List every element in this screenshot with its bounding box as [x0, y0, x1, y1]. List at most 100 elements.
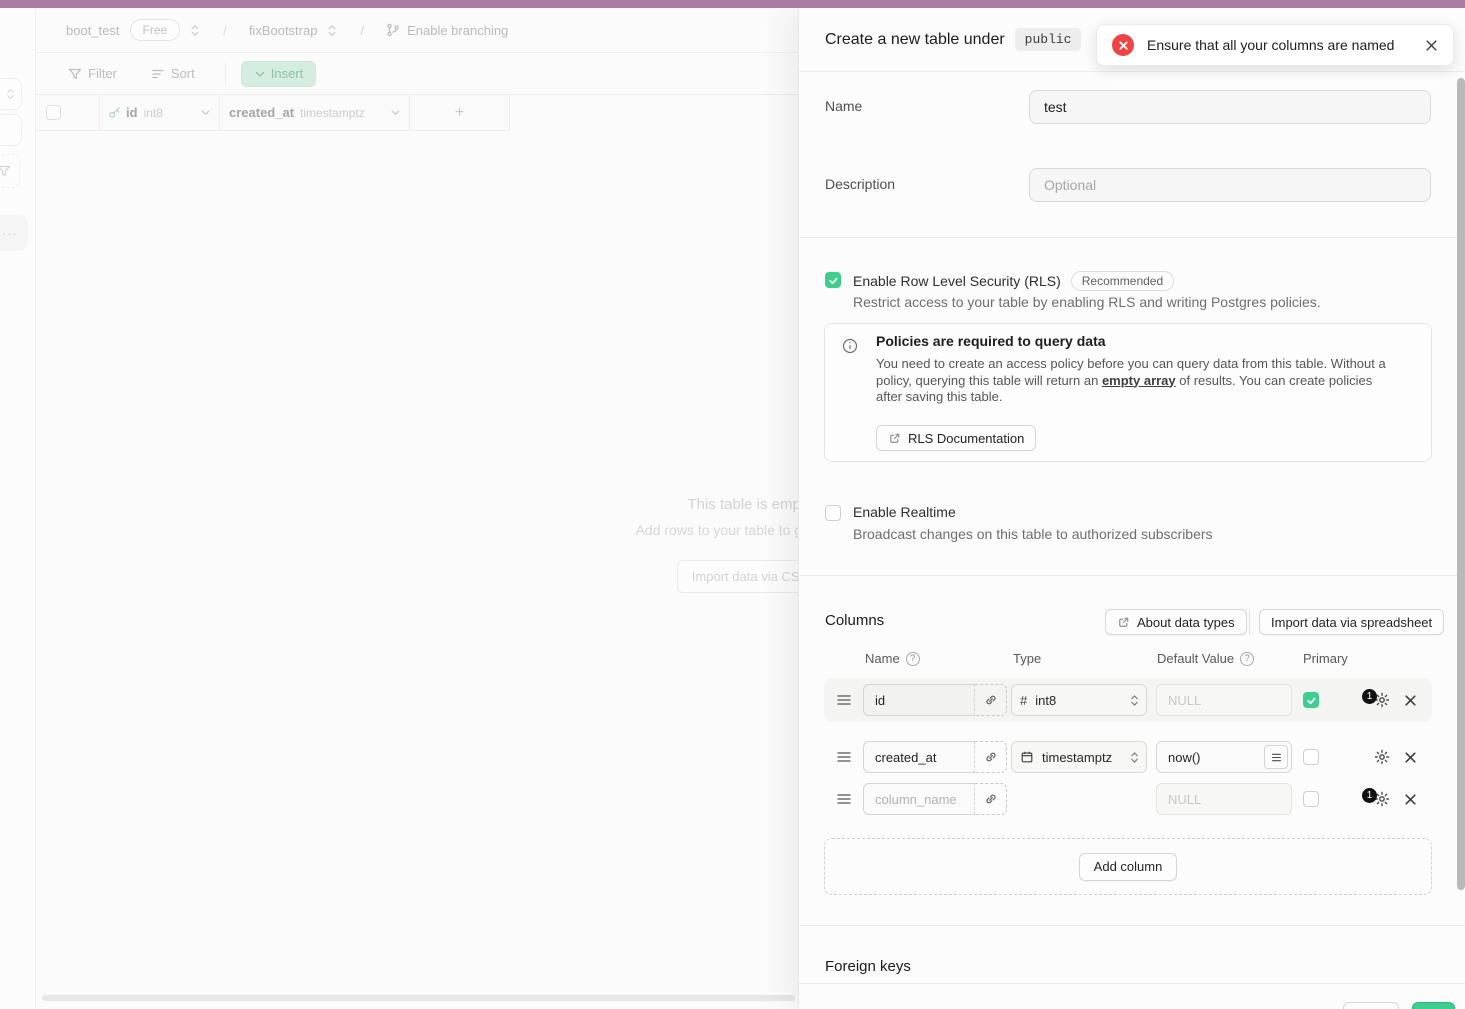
breadcrumb-separator: /: [360, 23, 364, 38]
save-button[interactable]: Save: [1412, 1002, 1455, 1009]
external-link-icon: [888, 432, 901, 445]
info-icon: [842, 338, 858, 354]
info-body: You need to create an access policy befo…: [876, 356, 1398, 406]
name-label: Name: [825, 98, 862, 114]
column-settings-button[interactable]: [1374, 749, 1390, 765]
rail-filter-button[interactable]: [0, 154, 20, 188]
drag-handle-icon[interactable]: [837, 694, 851, 706]
column-row-created-at: timestamptz: [824, 736, 1432, 778]
chevron-down-icon[interactable]: [390, 107, 401, 118]
recommended-badge: Recommended: [1071, 271, 1174, 291]
cancel-button[interactable]: Cancel: [1343, 1002, 1399, 1009]
rail-more-button[interactable]: ···: [0, 215, 28, 251]
add-column-header-cell[interactable]: +: [410, 95, 510, 131]
remove-column-button[interactable]: [1404, 751, 1417, 764]
default-value-field: [1156, 684, 1292, 716]
link-icon: [984, 792, 998, 806]
description-label: Description: [825, 176, 895, 192]
import-csv-button[interactable]: Import data via CSV: [677, 560, 798, 593]
foreign-key-link-button[interactable]: [975, 684, 1007, 716]
header-primary: Primary: [1303, 651, 1348, 666]
default-value-options-button[interactable]: [1264, 745, 1288, 769]
header-type: Type: [1013, 651, 1041, 666]
foreign-key-link-button[interactable]: [975, 741, 1007, 773]
column-header-created-at[interactable]: created_at timestamptz: [220, 95, 410, 131]
chevron-down-icon[interactable]: [200, 107, 211, 118]
check-icon: [1306, 695, 1317, 706]
default-value-field: [1156, 741, 1292, 773]
breadcrumb-branch[interactable]: fixBootstrap: [249, 23, 339, 38]
horizontal-scrollbar[interactable]: [42, 995, 795, 1001]
drag-handle-icon[interactable]: [837, 793, 851, 805]
git-branch-icon: [386, 23, 400, 37]
question-icon[interactable]: ?: [1240, 652, 1254, 666]
close-icon: [1404, 694, 1417, 707]
rls-documentation-button[interactable]: RLS Documentation: [876, 425, 1036, 451]
empty-state: This table is empty Add rows to your tab…: [36, 496, 798, 593]
column-type-select[interactable]: timestamptz: [1011, 741, 1147, 773]
primary-checkbox[interactable]: [1303, 692, 1319, 708]
rls-subtitle: Restrict access to your table by enablin…: [853, 294, 1321, 310]
select-all-cell[interactable]: [36, 95, 100, 131]
info-title: Policies are required to query data: [876, 333, 1106, 349]
button-separator: [1249, 609, 1250, 635]
column-name-input[interactable]: [863, 684, 975, 716]
about-data-types-button[interactable]: About data types: [1105, 609, 1247, 635]
question-icon[interactable]: ?: [906, 652, 920, 666]
remove-column-button[interactable]: [1404, 694, 1417, 707]
realtime-checkbox[interactable]: [825, 505, 841, 521]
link-icon: [984, 750, 998, 764]
table-description-input[interactable]: [1029, 168, 1431, 202]
foreign-key-link-button[interactable]: [975, 783, 1007, 815]
add-column-zone: Add column: [824, 838, 1432, 895]
add-column-button[interactable]: Add column: [1079, 853, 1178, 881]
funnel-icon: [68, 67, 82, 81]
column-name-input[interactable]: [863, 741, 975, 773]
column-settings-button[interactable]: 1: [1374, 692, 1390, 708]
section-divider: [799, 925, 1465, 926]
column-type-select[interactable]: # int8: [1011, 684, 1147, 716]
empty-array-link[interactable]: empty array: [1102, 373, 1176, 388]
breadcrumb: boot_test Free / fixBootstrap / Enable b…: [36, 8, 798, 53]
rls-label: Enable Row Level Security (RLS) Recommen…: [853, 271, 1174, 291]
external-link-icon: [1117, 616, 1130, 629]
settings-count-badge: 1: [1362, 788, 1377, 803]
table-name-input[interactable]: [1029, 90, 1431, 124]
default-value-input: [1156, 783, 1292, 815]
foreign-keys-heading: Foreign keys: [825, 958, 911, 975]
chevrons-up-down-icon[interactable]: [189, 23, 201, 38]
sort-icon: [151, 67, 165, 81]
close-icon: [1404, 751, 1417, 764]
rail-button[interactable]: [0, 114, 22, 146]
enable-branching-button[interactable]: Enable branching: [386, 23, 508, 38]
filter-button[interactable]: Filter: [68, 66, 117, 81]
breadcrumb-project[interactable]: boot_test: [66, 23, 120, 38]
link-icon: [984, 693, 998, 707]
toast-close-button[interactable]: [1425, 39, 1438, 52]
list-icon: [1271, 752, 1282, 763]
columns-heading: Columns: [825, 612, 884, 629]
grid-toolbar: Filter Sort Insert: [36, 53, 798, 95]
column-name-input[interactable]: [863, 783, 975, 815]
column-header-id[interactable]: id int8: [100, 95, 220, 131]
left-rail: ···: [0, 8, 36, 1009]
drag-handle-icon[interactable]: [837, 751, 851, 763]
table-select-button[interactable]: [0, 78, 22, 110]
column-settings-button[interactable]: 1: [1374, 791, 1390, 807]
funnel-icon: [0, 164, 11, 178]
select-all-checkbox[interactable]: [46, 105, 61, 120]
sort-button[interactable]: Sort: [151, 66, 195, 81]
panel-scrollbar[interactable]: [1457, 78, 1465, 890]
key-icon: [108, 106, 121, 119]
insert-button[interactable]: Insert: [241, 61, 317, 87]
import-spreadsheet-button[interactable]: Import data via spreadsheet: [1259, 609, 1444, 635]
error-icon: [1112, 34, 1134, 56]
realtime-subtitle: Broadcast changes on this table to autho…: [853, 526, 1213, 542]
rls-checkbox[interactable]: [825, 272, 841, 288]
remove-column-button[interactable]: [1404, 793, 1417, 806]
footer-divider: [799, 983, 1465, 984]
chevrons-up-down-icon: [1130, 693, 1139, 708]
primary-checkbox[interactable]: [1303, 749, 1319, 765]
primary-checkbox[interactable]: [1303, 791, 1319, 807]
header-default: Default Value ?: [1157, 651, 1254, 666]
